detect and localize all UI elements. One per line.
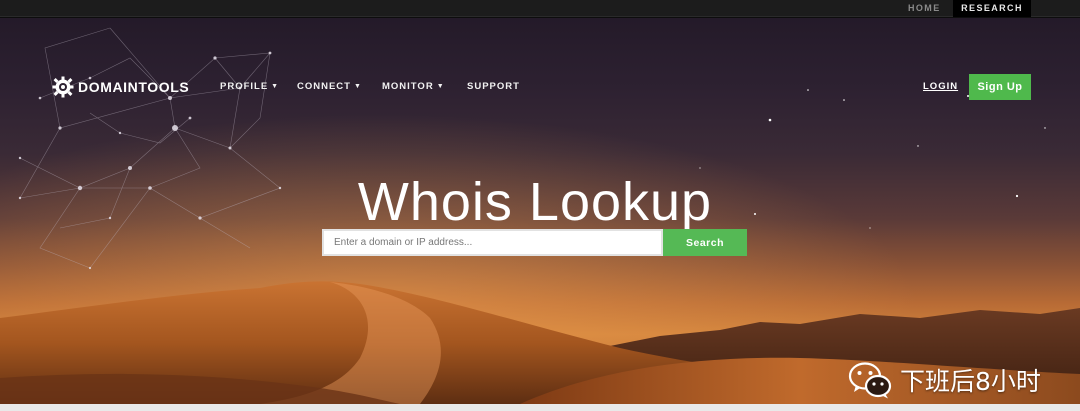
page: HOME RESEARCH DOMAINTOOLS PROFILE ▼ CONN… — [0, 0, 1080, 411]
page-title: Whois Lookup — [357, 172, 713, 232]
nav-support-label: SUPPORT — [467, 81, 520, 92]
signup-button[interactable]: Sign Up — [969, 74, 1031, 100]
caret-down-icon: ▼ — [271, 83, 280, 90]
caret-down-icon: ▼ — [436, 83, 445, 90]
watermark: 下班后8小时 — [848, 358, 1041, 402]
login-link[interactable]: LOGIN — [923, 81, 958, 92]
nav-monitor-label: MONITOR — [382, 81, 434, 92]
watermark-text: 下班后8小时 — [900, 367, 1041, 396]
brand-name: DOMAINTOOLS — [78, 79, 190, 95]
hero-banner: DOMAINTOOLS PROFILE ▼ CONNECT ▼ MONITOR … — [0, 18, 1080, 404]
wechat-icon — [848, 362, 892, 399]
nav-connect-label: CONNECT — [297, 81, 351, 92]
topbar-home-link[interactable]: HOME — [908, 0, 941, 17]
domaintools-gear-icon — [52, 76, 74, 98]
search-input[interactable] — [322, 229, 663, 256]
brand-logo[interactable]: DOMAINTOOLS — [52, 76, 189, 98]
nav-support[interactable]: SUPPORT — [467, 81, 520, 92]
topbar-research-link[interactable]: RESEARCH — [953, 0, 1031, 17]
nav-profile[interactable]: PROFILE ▼ — [220, 81, 279, 92]
utility-bar: HOME RESEARCH — [0, 0, 1080, 17]
nav-monitor[interactable]: MONITOR ▼ — [382, 81, 445, 92]
caret-down-icon: ▼ — [353, 83, 362, 90]
page-bottom-strip — [0, 404, 1080, 411]
search-button[interactable]: Search — [663, 229, 747, 256]
nav-connect[interactable]: CONNECT ▼ — [297, 81, 362, 92]
nav-profile-label: PROFILE — [220, 81, 269, 92]
